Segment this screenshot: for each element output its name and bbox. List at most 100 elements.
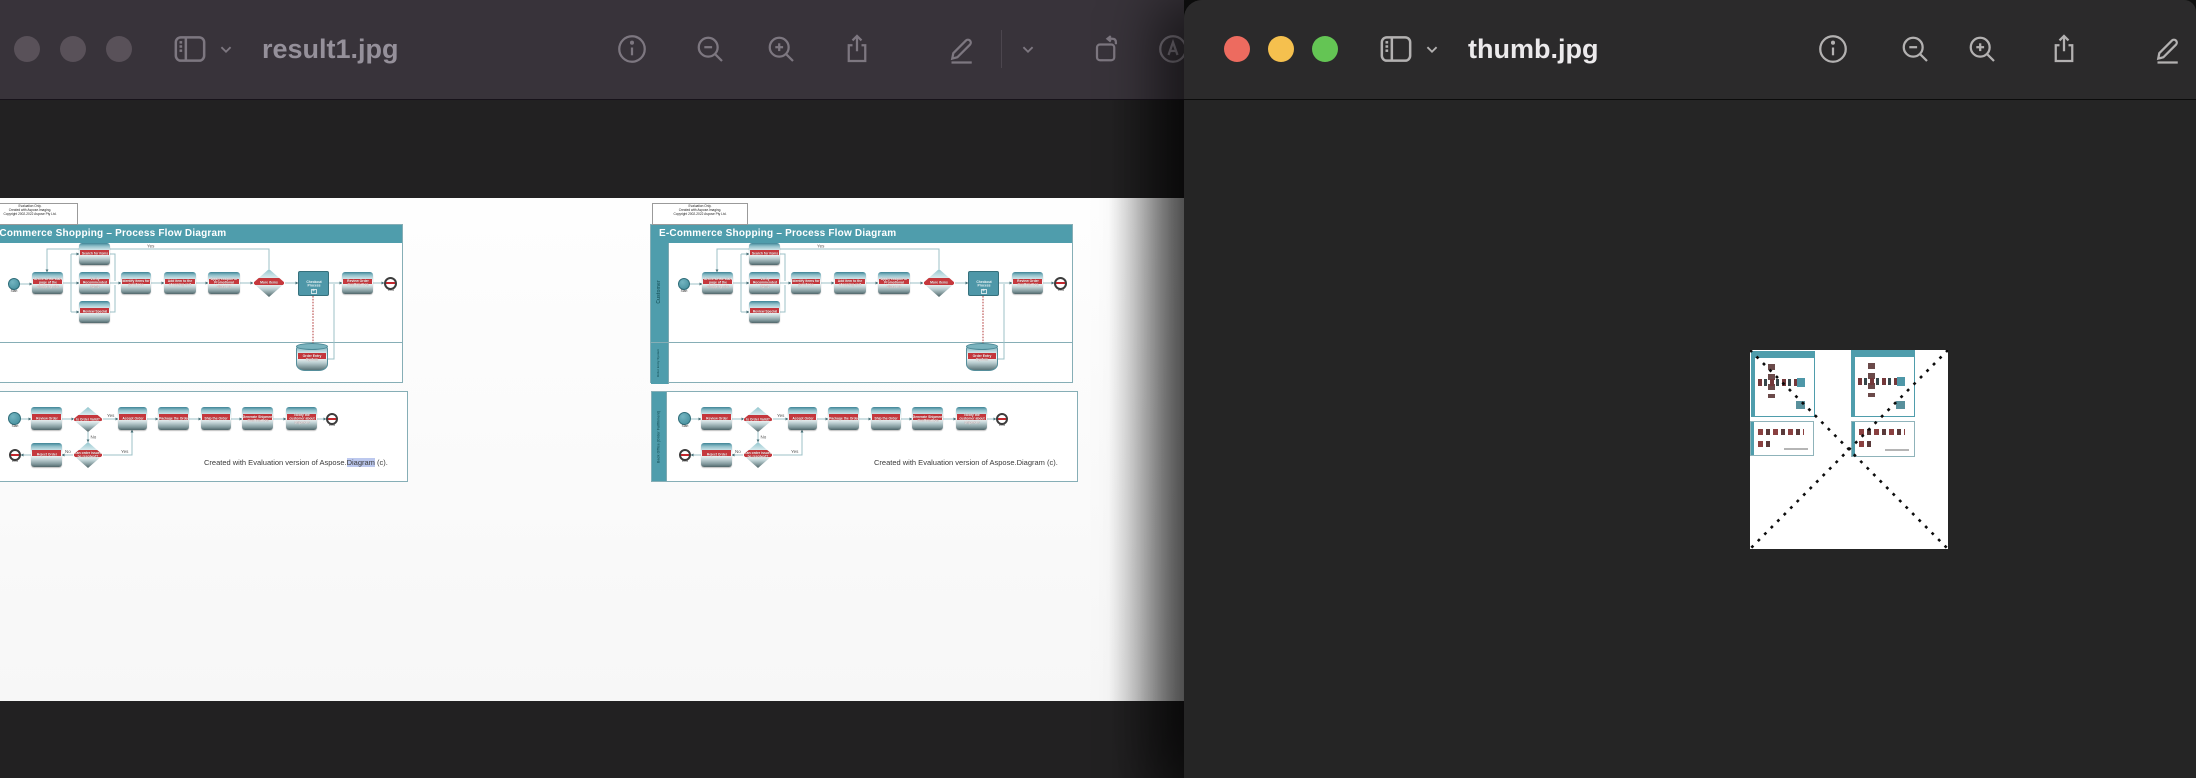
flow-node-label: Start	[11, 424, 18, 428]
flow-node-start: Start	[678, 412, 691, 425]
flow-node-box: Generate Shipment Confirmation	[242, 407, 273, 430]
flow-node-box: Verify Recommended Items	[79, 272, 110, 294]
zoom-out-button[interactable]	[1893, 27, 1937, 71]
flow-node-label: Checkout Process	[969, 280, 998, 288]
flow-node-box: Review Special	[749, 301, 780, 323]
flow-node-label: Review Order Confirmation	[1012, 279, 1043, 287]
markup-menu-button[interactable]	[1010, 27, 1046, 71]
zoom-out-icon	[692, 31, 728, 67]
flow-node-label: Can order issues be resolved?	[743, 451, 773, 459]
svg-text:No: No	[761, 435, 767, 440]
flow-node-box: Package the Order	[828, 407, 859, 430]
minimize-button[interactable]	[1268, 36, 1294, 62]
evaluation-stamp-text: Evaluation Only.Created with Aspose.Imag…	[0, 204, 77, 216]
flow-node-label: Is Order Valid?	[73, 418, 103, 422]
info-button[interactable]	[610, 27, 654, 71]
sidebar-toggle-button[interactable]	[1374, 27, 1418, 71]
zoom-window-button[interactable]	[106, 36, 132, 62]
close-button[interactable]	[14, 36, 40, 62]
flow-node-label: End	[12, 459, 18, 463]
flow-connectors: YesCustomerOrder Entry System	[0, 225, 402, 382]
svg-text:No: No	[91, 435, 97, 440]
flow-node-end: End	[1054, 277, 1067, 290]
flow-node-box: Review Special	[79, 301, 110, 323]
flow-node-label: Generate Shipment Confirmation	[242, 415, 273, 423]
share-icon	[839, 31, 875, 67]
close-button[interactable]	[1224, 36, 1250, 62]
left-window-content: Evaluation Only.Created with Aspose.Imag…	[0, 100, 1184, 778]
flow-node-label: Package the Order	[158, 417, 189, 421]
viewed-image-result1[interactable]: Evaluation Only.Created with Aspose.Imag…	[0, 198, 1184, 701]
chevron-down-icon	[1421, 38, 1443, 60]
rotate-left-icon	[1088, 31, 1124, 67]
flow-node-label: End	[1058, 288, 1064, 292]
flow-node-box: Review Order Confirmation	[342, 272, 373, 294]
flow-node-box: Arrive at the start page of the shopping…	[702, 272, 733, 294]
flow-node-end: End	[679, 449, 691, 461]
flow-node-box: Verify Recommended Items	[749, 272, 780, 294]
sidebar-menu-button[interactable]	[1418, 27, 1446, 71]
flow-node-label: Apply coupon or Promotional discount	[878, 277, 910, 288]
evaluation-footer-text: Created with Evaluation version of Aspos…	[874, 458, 1058, 467]
share-icon	[2046, 31, 2082, 67]
flow-node-label: Generate Shipment Confirmation	[912, 415, 943, 423]
flow-node-cyl: Order Entry System	[296, 345, 328, 371]
flow-node-start: Start	[678, 278, 690, 290]
info-icon	[1815, 31, 1851, 67]
flow-node-end: End	[326, 413, 338, 425]
flow-node-label: Add item to the shopping cart	[834, 279, 866, 287]
diagram-page-2: YesNoYesNoBack Office (Order Fulfillment…	[651, 391, 1078, 482]
minimize-button[interactable]	[60, 36, 86, 62]
flow-node-label: Review Order Confirmation	[342, 279, 373, 287]
flow-node-label: End	[329, 423, 335, 427]
rotate-left-button[interactable]	[1084, 27, 1128, 71]
right-titlebar: thumb.jpg	[1184, 0, 2196, 100]
flow-node-box: Add item to the shopping cart	[164, 272, 196, 294]
zoom-window-button[interactable]	[1312, 36, 1338, 62]
sidebar-menu-button[interactable]	[212, 27, 240, 71]
flow-node-label: Verify Recommended Items	[749, 277, 780, 288]
flow-node-label: Identify items for purchase	[121, 279, 151, 287]
share-button[interactable]	[835, 27, 879, 71]
flow-node-label: Identify items for purchase	[791, 279, 821, 287]
zoom-in-icon	[1964, 31, 2000, 67]
chevron-down-icon	[1017, 38, 1039, 60]
sidebar-icon	[1376, 29, 1416, 69]
svg-text:Yes: Yes	[817, 244, 825, 249]
evaluation-footer-text: Created with Evaluation version of Aspos…	[204, 458, 388, 467]
flow-node-box: Accept Order	[788, 407, 817, 430]
flow-node-label: Review Special	[749, 310, 780, 314]
flow-node-box: Identify items for purchase	[791, 272, 821, 294]
sidebar-toggle-button[interactable]	[168, 27, 212, 71]
markup-button[interactable]	[2146, 27, 2190, 71]
markup-button[interactable]	[940, 27, 984, 71]
info-button[interactable]	[1811, 27, 1855, 71]
flow-node-label: Notify the customer about shipment	[286, 413, 317, 424]
info-icon	[614, 31, 650, 67]
flow-node-box: Accept Order	[118, 407, 147, 430]
flow-node-sub: Checkout Process+	[968, 271, 999, 296]
flow-node-label: More items	[923, 281, 955, 285]
flow-node-box: Ship the Order	[201, 407, 231, 430]
zoom-in-button[interactable]	[1960, 27, 2004, 71]
svg-text:Yes: Yes	[791, 449, 799, 454]
dotted-cross-icon	[1750, 350, 1948, 549]
svg-text:Yes: Yes	[777, 413, 785, 418]
evaluation-stamp-text: Evaluation Only.Created with Aspose.Imag…	[653, 204, 747, 216]
preview-window-thumb: thumb.jpg	[1184, 0, 2196, 778]
flow-node-box: Apply coupon or Promotional discount	[878, 272, 910, 294]
flow-node-label: More items	[253, 281, 285, 285]
flow-node-box: Review Order Confirmation	[1012, 272, 1043, 294]
viewed-image-thumb[interactable]	[1750, 350, 1948, 549]
flow-connectors: YesNoYesNoBack Office (Order Fulfillment…	[0, 392, 407, 481]
svg-text:Yes: Yes	[147, 244, 155, 249]
flow-node-box: Search for items	[79, 243, 110, 265]
markup-pencil-icon	[2150, 31, 2186, 67]
share-button[interactable]	[2042, 27, 2086, 71]
diagram-page-1: E-Commerce Shopping – Process Flow Diagr…	[650, 224, 1073, 383]
zoom-out-button[interactable]	[688, 27, 732, 71]
flow-node-label: Checkout Process	[299, 280, 328, 288]
left-titlebar: result1.jpg	[0, 0, 1184, 100]
zoom-in-button[interactable]	[759, 27, 803, 71]
flow-node-box: Generate Shipment Confirmation	[912, 407, 943, 430]
